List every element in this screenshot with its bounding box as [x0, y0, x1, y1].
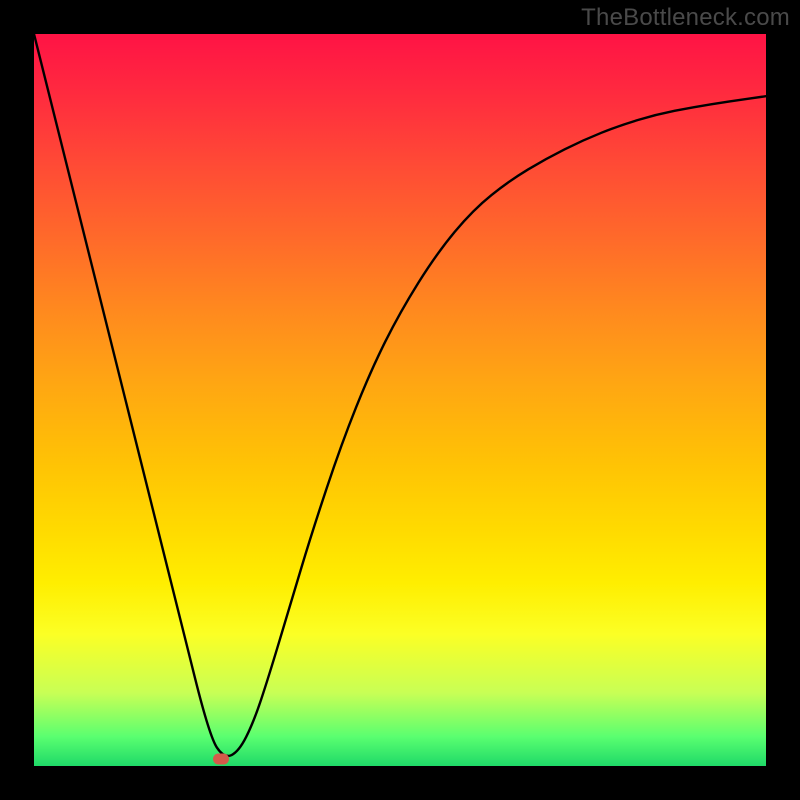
- watermark-text: TheBottleneck.com: [581, 4, 790, 32]
- plot-background-gradient: [34, 34, 766, 766]
- chart-frame: TheBottleneck.com: [0, 0, 800, 800]
